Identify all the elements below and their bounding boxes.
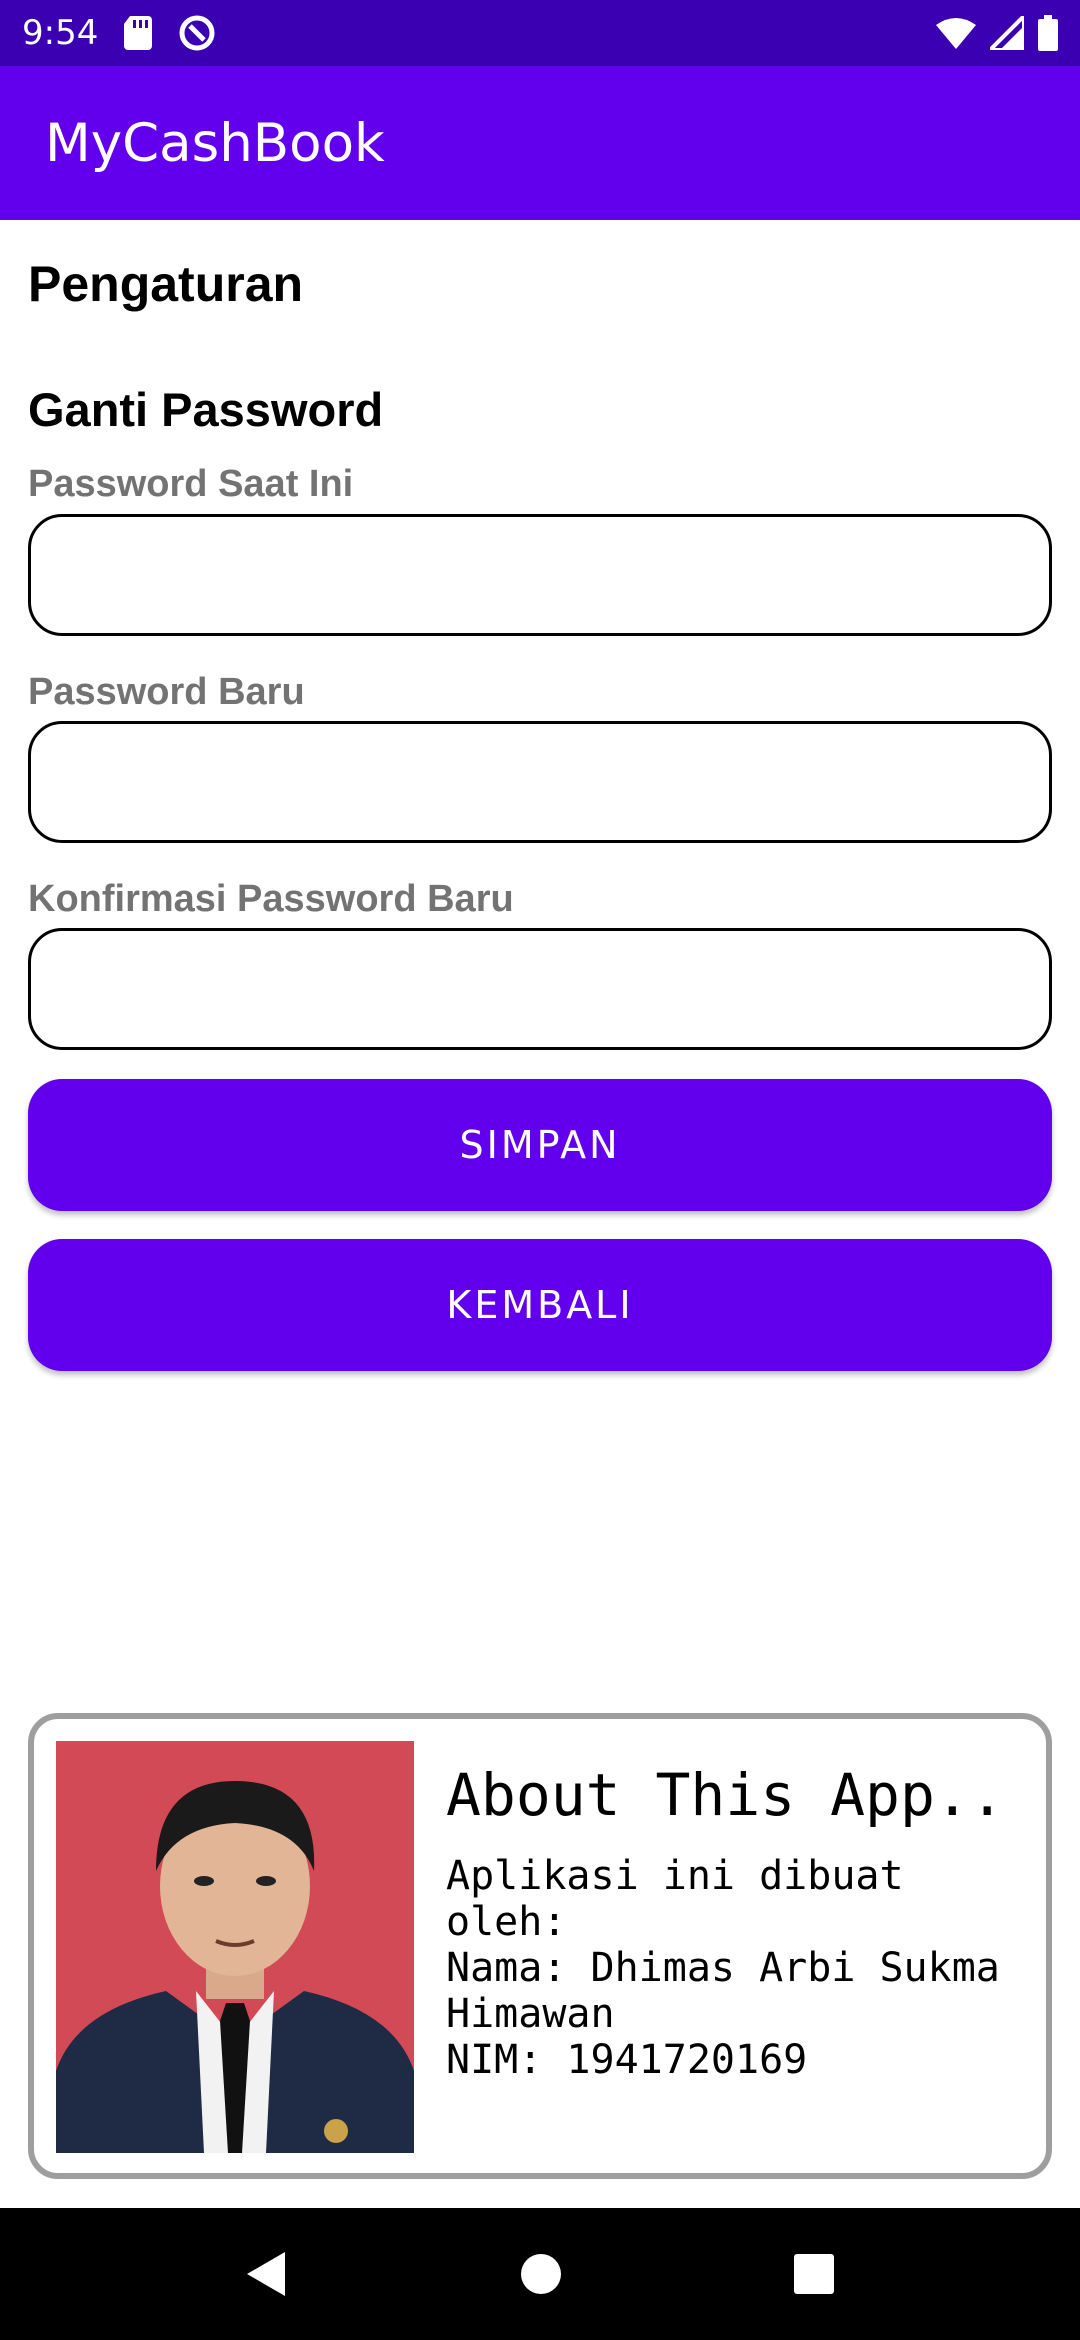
sd-card-icon <box>124 16 153 50</box>
save-button[interactable]: SIMPAN <box>28 1079 1052 1211</box>
profile-photo <box>56 1741 414 2153</box>
status-right <box>936 15 1058 51</box>
wifi-icon <box>936 17 976 49</box>
status-bar: 9:54 <box>0 0 1080 66</box>
battery-icon <box>1038 15 1058 51</box>
confirm-password-label: Konfirmasi Password Baru <box>28 878 514 920</box>
back-icon[interactable] <box>245 2250 289 2298</box>
back-button[interactable]: KEMBALI <box>28 1239 1052 1371</box>
app-title: MyCashBook <box>45 112 385 174</box>
recents-icon[interactable] <box>793 2253 835 2295</box>
status-left: 9:54 <box>22 13 216 53</box>
status-time: 9:54 <box>22 13 99 53</box>
data-saver-icon <box>178 14 216 52</box>
about-heading: About This App.. <box>446 1761 1005 1829</box>
current-password-label: Password Saat Ini <box>28 463 354 505</box>
about-line: Nama: Dhimas Arbi Sukma Himawan <box>446 1945 1000 2037</box>
signal-icon <box>990 16 1024 50</box>
about-line: Aplikasi ini dibuat oleh: <box>446 1853 904 1945</box>
about-body: Aplikasi ini dibuat oleh: Nama: Dhimas A… <box>446 1853 1026 2083</box>
home-icon[interactable] <box>519 2252 563 2296</box>
section-title: Ganti Password <box>28 383 384 436</box>
page-title: Pengaturan <box>28 256 304 312</box>
about-card: About This App.. Aplikasi ini dibuat ole… <box>28 1713 1052 2179</box>
about-line: NIM: 1941720169 <box>446 2037 808 2083</box>
system-nav-bar <box>0 2208 1080 2340</box>
new-password-field[interactable] <box>28 721 1052 843</box>
about-text: About This App.. Aplikasi ini dibuat ole… <box>446 1759 1026 2083</box>
current-password-field[interactable] <box>28 514 1052 636</box>
confirm-password-field[interactable] <box>28 928 1052 1050</box>
app-bar: MyCashBook <box>0 66 1080 220</box>
new-password-label: Password Baru <box>28 671 305 713</box>
